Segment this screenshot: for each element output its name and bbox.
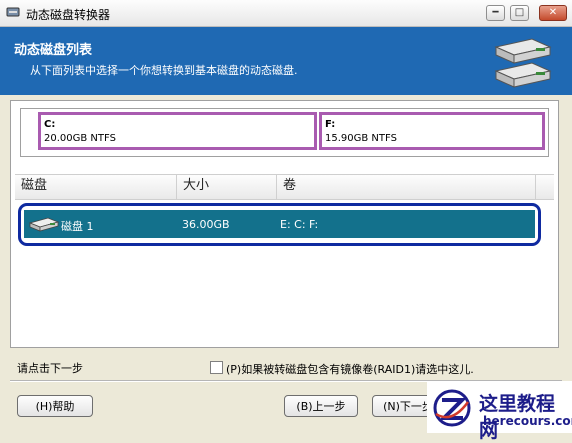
disk-size-cell: 36.00GB xyxy=(182,218,230,231)
minimize-button[interactable]: ━ xyxy=(486,5,505,21)
column-header-volume[interactable]: 卷 xyxy=(277,175,536,199)
maximize-button[interactable]: □ xyxy=(510,5,529,21)
close-button[interactable]: ✕ xyxy=(539,5,567,21)
partition-info: 15.90GB NTFS xyxy=(325,133,397,144)
partition-info: 20.00GB NTFS xyxy=(44,133,116,144)
help-button[interactable]: (H)帮助 xyxy=(17,395,93,417)
raid1-checkbox-label[interactable]: (P)如果被转磁盘包含有镜像卷(RAID1)请选中这儿. xyxy=(226,361,474,377)
disks-illustration-icon xyxy=(494,38,552,88)
disk-volumes-cell: E: C: F: xyxy=(280,218,319,231)
column-header-size[interactable]: 大小 xyxy=(177,175,277,199)
partition-map: C: 20.00GB NTFS F: 15.90GB NTFS xyxy=(20,108,549,157)
dynamic-disk-converter-window: 动态磁盘转换器 ━ □ ✕ 动态磁盘列表 从下面列表中选择一个你想转换到基本磁盘… xyxy=(0,0,572,442)
selected-row-highlight: 磁盘 1 36.00GB E: C: F: xyxy=(18,203,541,246)
header-title: 动态磁盘列表 xyxy=(14,43,93,58)
watermark: 这里教程网 herecours.com xyxy=(427,381,572,442)
wizard-header: 动态磁盘列表 从下面列表中选择一个你想转换到基本磁盘的动态磁盘. xyxy=(0,27,572,95)
hard-disk-icon xyxy=(28,217,60,232)
watermark-url-text: herecours.com xyxy=(483,414,572,428)
watermark-logo-icon xyxy=(433,389,471,427)
title-bar[interactable]: 动态磁盘转换器 ━ □ ✕ xyxy=(0,0,572,27)
partition-c[interactable]: C: 20.00GB NTFS xyxy=(38,112,317,150)
partition-letter: C: xyxy=(44,119,56,130)
column-header-disk[interactable]: 磁盘 xyxy=(15,175,177,199)
raid1-checkbox[interactable] xyxy=(210,361,223,374)
back-button[interactable]: (B)上一步 xyxy=(284,395,358,417)
next-step-hint: 请点击下一步 xyxy=(17,362,83,375)
disk-table-header: 磁盘 大小 卷 xyxy=(15,174,554,200)
partition-letter: F: xyxy=(325,119,336,130)
window-title: 动态磁盘转换器 xyxy=(26,8,111,22)
disk-name-cell: 磁盘 1 xyxy=(61,220,94,233)
partition-f[interactable]: F: 15.90GB NTFS xyxy=(319,112,545,150)
disk-app-icon xyxy=(6,7,20,17)
header-subtitle: 从下面列表中选择一个你想转换到基本磁盘的动态磁盘. xyxy=(30,64,298,77)
table-row[interactable]: 磁盘 1 36.00GB E: C: F: xyxy=(24,210,535,238)
